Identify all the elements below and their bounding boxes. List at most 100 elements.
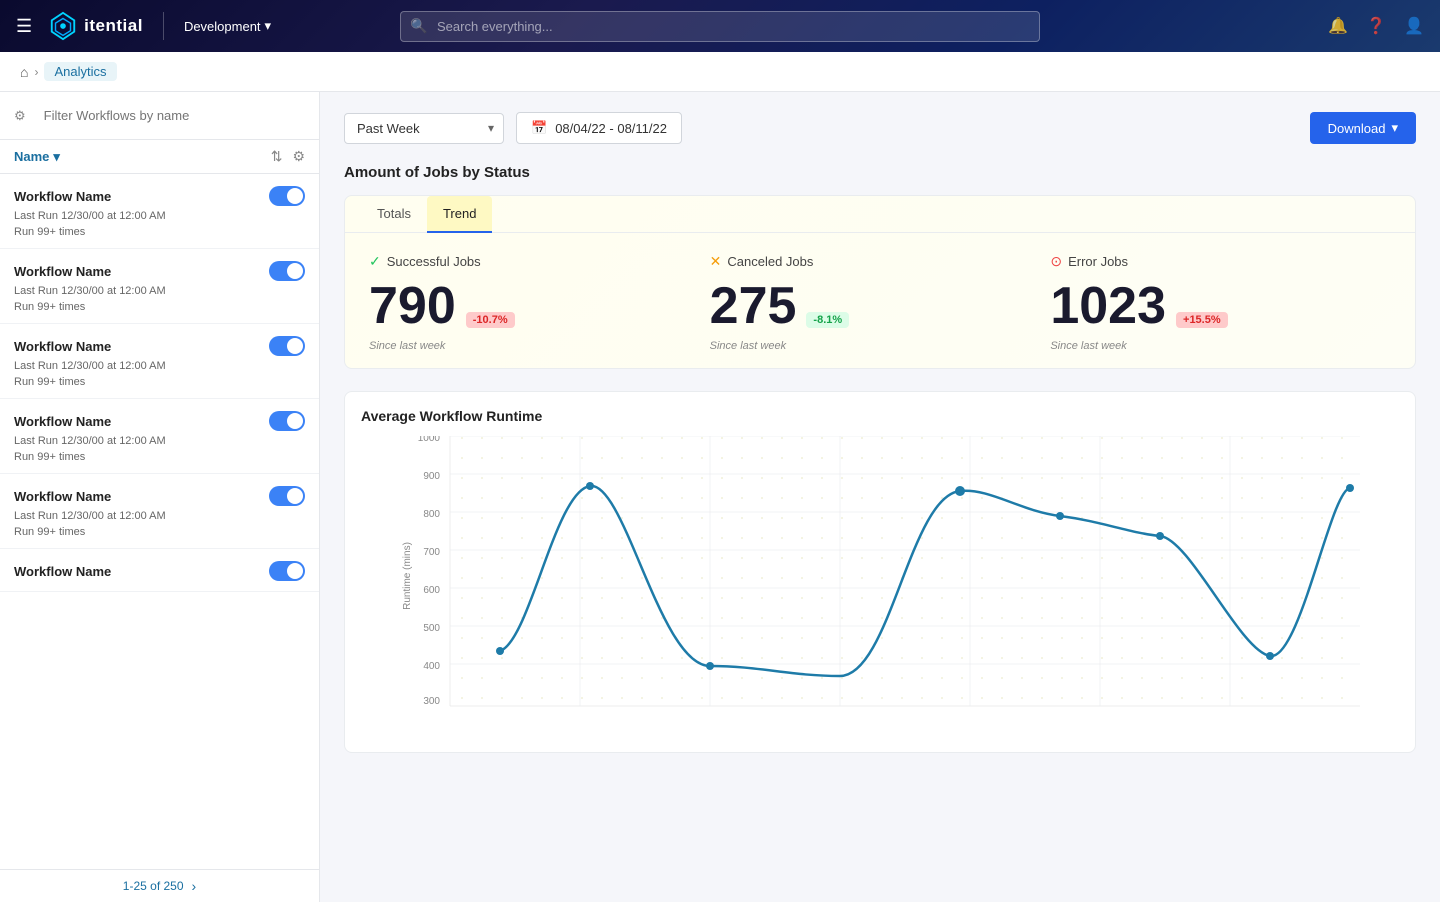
jobs-stat-cancel: ✕ Canceled Jobs 275 -8.1% Since last wee… xyxy=(710,253,1051,352)
date-range-text: 08/04/22 - 08/11/22 xyxy=(555,121,667,136)
sidebar-item[interactable]: Workflow Name xyxy=(0,549,319,592)
sidebar-item-row: Workflow Name xyxy=(14,261,305,281)
search-wrap: 🔍 xyxy=(400,11,1040,42)
date-range-display[interactable]: 📅 08/04/22 - 08/11/22 xyxy=(516,112,682,144)
svg-text:700: 700 xyxy=(423,547,440,558)
download-button[interactable]: Download ▾ xyxy=(1310,112,1416,144)
topnav-icons: 🔔 ❓ 👤 xyxy=(1328,16,1424,36)
sidebar-item-row: Workflow Name xyxy=(14,561,305,581)
breadcrumb: ⌂ › Analytics xyxy=(0,52,1440,92)
sidebar-item-name: Workflow Name xyxy=(14,564,111,579)
logo-text: itential xyxy=(84,16,143,36)
download-chevron: ▾ xyxy=(1391,120,1398,136)
jobs-stat-label-text: Canceled Jobs xyxy=(727,254,813,269)
env-chevron: ▾ xyxy=(265,18,272,34)
sidebar-item-meta: Last Run 12/30/00 at 12:00 AM xyxy=(14,285,305,297)
sidebar-item[interactable]: Workflow Name Last Run 12/30/00 at 12:00… xyxy=(0,324,319,399)
hamburger-icon[interactable]: ☰ xyxy=(16,16,32,37)
env-selector[interactable]: Development ▾ xyxy=(184,18,271,34)
logo-icon xyxy=(48,11,78,41)
jobs-stats: ✓ Successful Jobs 790 -10.7% Since last … xyxy=(345,233,1415,352)
jobs-stat-label: ✓ Successful Jobs xyxy=(369,253,710,270)
period-select[interactable]: Past Week Past Month Past 3 Months xyxy=(344,113,504,144)
jobs-stat-badge: -10.7% xyxy=(466,312,515,328)
jobs-stat-badge: +15.5% xyxy=(1176,312,1228,328)
jobs-stat-label-text: Successful Jobs xyxy=(387,254,481,269)
sidebar-item-name: Workflow Name xyxy=(14,339,111,354)
workflow-filter-input[interactable] xyxy=(34,102,305,129)
main-content: Past Week Past Month Past 3 Months 📅 08/… xyxy=(320,92,1440,902)
next-page-arrow[interactable]: › xyxy=(192,878,197,894)
search-bar: 🔍 xyxy=(400,11,1040,42)
svg-text:1000: 1000 xyxy=(418,436,441,444)
filter-icon: ⚙ xyxy=(14,108,26,124)
pagination-label: 1-25 of 250 xyxy=(123,879,184,893)
download-label: Download xyxy=(1328,121,1386,136)
jobs-stat-since: Since last week xyxy=(710,340,1051,352)
calendar-icon: 📅 xyxy=(531,120,547,136)
svg-text:800: 800 xyxy=(423,509,440,520)
period-select-wrap: Past Week Past Month Past 3 Months xyxy=(344,113,504,144)
chart-title: Average Workflow Runtime xyxy=(361,408,1399,424)
sidebar-item-meta: Last Run 12/30/00 at 12:00 AM xyxy=(14,360,305,372)
svg-text:400: 400 xyxy=(423,661,440,672)
jobs-card: Totals Trend ✓ Successful Jobs 790 -10.7… xyxy=(344,195,1416,369)
search-input[interactable] xyxy=(400,11,1040,42)
chart-svg: 1000 900 800 700 600 500 400 300 Runtime… xyxy=(361,436,1399,736)
svg-text:900: 900 xyxy=(423,471,440,482)
sidebar-item-name: Workflow Name xyxy=(14,414,111,429)
sidebar-item[interactable]: Workflow Name Last Run 12/30/00 at 12:00… xyxy=(0,474,319,549)
user-icon[interactable]: 👤 xyxy=(1404,16,1424,36)
workflow-toggle[interactable] xyxy=(269,561,305,581)
jobs-stat-badge: -8.1% xyxy=(806,312,849,328)
jobs-stat-error: ⊙ Error Jobs 1023 +15.5% Since last week xyxy=(1050,253,1391,352)
settings-icon[interactable]: ⚙ xyxy=(292,148,305,165)
jobs-stat-value: 1023 xyxy=(1050,280,1166,332)
workflow-toggle[interactable] xyxy=(269,411,305,431)
chart-area: 1000 900 800 700 600 500 400 300 Runtime… xyxy=(361,436,1399,736)
workflow-toggle[interactable] xyxy=(269,486,305,506)
workflow-toggle[interactable] xyxy=(269,261,305,281)
jobs-stat-icon: ✓ xyxy=(369,253,381,270)
svg-text:300: 300 xyxy=(423,696,440,707)
sidebar-item-row: Workflow Name xyxy=(14,336,305,356)
sidebar-item[interactable]: Workflow Name Last Run 12/30/00 at 12:00… xyxy=(0,399,319,474)
sidebar-item-runs: Run 99+ times xyxy=(14,376,305,388)
sidebar-col-name[interactable]: Name ▾ xyxy=(14,149,60,165)
sidebar-item[interactable]: Workflow Name Last Run 12/30/00 at 12:00… xyxy=(0,174,319,249)
main-layout: ⚙ Name ▾ ⇅ ⚙ Workflow Name Last Run 12/3… xyxy=(0,92,1440,902)
tab-trend[interactable]: Trend xyxy=(427,196,492,233)
workflow-toggle[interactable] xyxy=(269,186,305,206)
tab-totals[interactable]: Totals xyxy=(361,196,427,233)
jobs-stat-value-row: 275 -8.1% xyxy=(710,280,1051,332)
bell-icon[interactable]: 🔔 xyxy=(1328,16,1348,36)
svg-text:500: 500 xyxy=(423,623,440,634)
sidebar-item[interactable]: Workflow Name Last Run 12/30/00 at 12:00… xyxy=(0,249,319,324)
home-icon[interactable]: ⌂ xyxy=(20,64,28,80)
sidebar-item-runs: Run 99+ times xyxy=(14,226,305,238)
breadcrumb-chevron: › xyxy=(34,65,38,79)
jobs-stat-label: ✕ Canceled Jobs xyxy=(710,253,1051,270)
jobs-stat-icon: ⊙ xyxy=(1050,253,1062,270)
svg-text:Runtime (mins): Runtime (mins) xyxy=(402,542,413,610)
sidebar-filter: ⚙ xyxy=(0,92,319,140)
runtime-chart-section: Average Workflow Runtime xyxy=(344,391,1416,753)
sort-icon[interactable]: ⇅ xyxy=(271,148,283,165)
sidebar-item-name: Workflow Name xyxy=(14,189,111,204)
env-label: Development xyxy=(184,19,261,34)
workflow-toggle[interactable] xyxy=(269,336,305,356)
sidebar-item-meta: Last Run 12/30/00 at 12:00 AM xyxy=(14,210,305,222)
search-icon: 🔍 xyxy=(410,18,427,35)
jobs-stat-success: ✓ Successful Jobs 790 -10.7% Since last … xyxy=(369,253,710,352)
sidebar-item-runs: Run 99+ times xyxy=(14,301,305,313)
sidebar-footer: 1-25 of 250 › xyxy=(0,869,319,902)
breadcrumb-current: Analytics xyxy=(44,62,116,81)
logo: itential xyxy=(48,11,143,41)
jobs-tabs: Totals Trend xyxy=(345,196,1415,233)
help-icon[interactable]: ❓ xyxy=(1366,16,1386,36)
jobs-stat-value-row: 1023 +15.5% xyxy=(1050,280,1391,332)
sidebar-item-name: Workflow Name xyxy=(14,489,111,504)
jobs-stat-since: Since last week xyxy=(1050,340,1391,352)
sidebar-item-meta: Last Run 12/30/00 at 12:00 AM xyxy=(14,510,305,522)
jobs-stat-value-row: 790 -10.7% xyxy=(369,280,710,332)
